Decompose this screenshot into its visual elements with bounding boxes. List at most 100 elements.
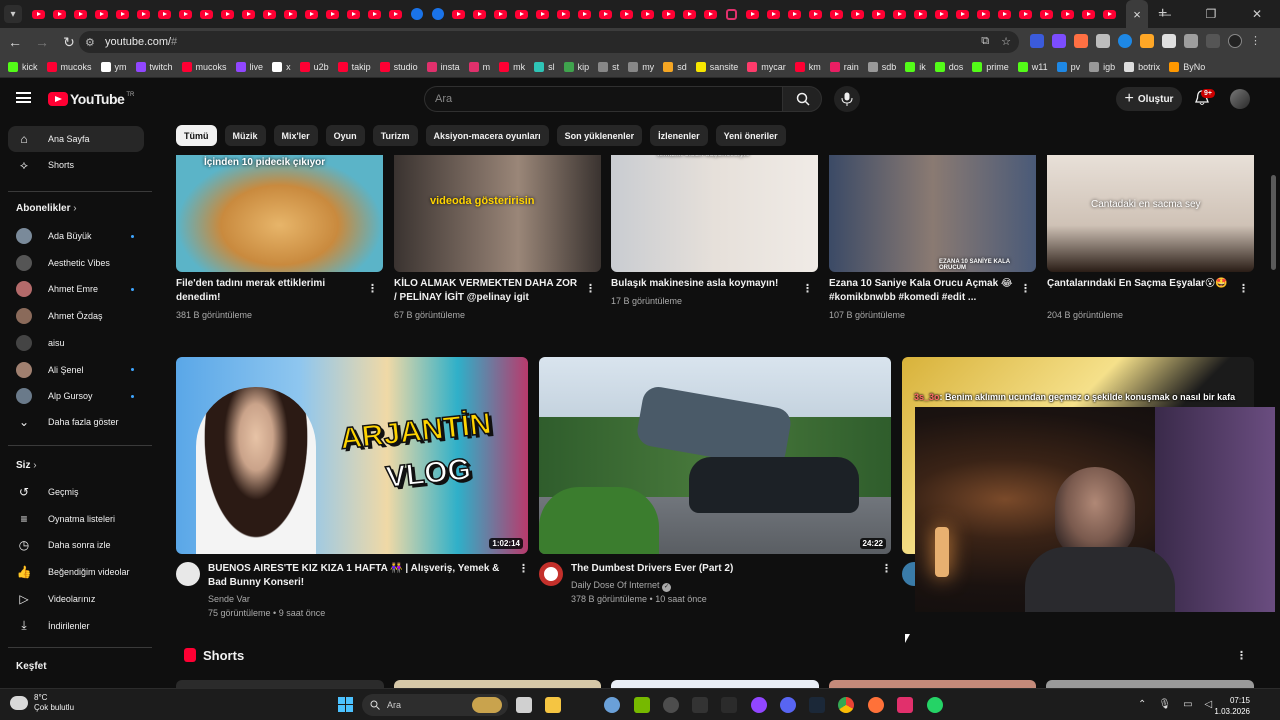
bookmark-item[interactable]: mycar [747,61,786,72]
channel-avatar[interactable] [539,562,563,586]
browser-tab[interactable] [700,0,721,28]
browser-tab[interactable] [616,0,637,28]
browser-tab[interactable] [805,0,826,28]
video-thumbnail[interactable]: videoda gösteririsin [394,155,601,272]
browser-tab[interactable] [1036,0,1057,28]
extension-icon[interactable] [1030,34,1044,48]
browser-tab[interactable] [973,0,994,28]
discord-icon[interactable] [780,697,796,713]
more-options-icon[interactable]: ⋮ [367,282,378,295]
browser-tab[interactable] [154,0,175,28]
short-thumbnail[interactable] [611,680,819,688]
short-thumbnail[interactable] [394,680,601,688]
page-scrollbar[interactable] [1271,175,1276,270]
browser-tab[interactable] [196,0,217,28]
browser-tab[interactable] [301,0,322,28]
browser-tab[interactable] [595,0,616,28]
browser-tab[interactable] [553,0,574,28]
video-thumbnail[interactable]: Cantadaki en sacma sey [1047,155,1254,272]
browser-tab[interactable] [490,0,511,28]
extension-icon[interactable] [1074,34,1088,48]
browser-tab[interactable] [259,0,280,28]
file-explorer-icon[interactable] [545,697,561,713]
browser-tab[interactable] [217,0,238,28]
install-icon[interactable]: ⧉ [981,35,989,48]
mic-button[interactable] [834,86,860,112]
short-thumbnail[interactable] [829,680,1036,688]
bookmark-item[interactable]: mucoks [46,61,92,72]
channel-avatar[interactable] [176,562,200,586]
more-options-icon[interactable]: ⋮ [802,282,813,295]
more-options-icon[interactable]: ⋮ [1238,282,1249,295]
browser-tab[interactable] [511,0,532,28]
tab-search-icon[interactable]: ▾ [4,5,22,23]
channel-name[interactable]: Daily Dose Of Internet ✓ [571,578,672,592]
bookmark-item[interactable]: pv [1056,61,1080,72]
window-close-icon[interactable]: ✕ [1234,0,1280,28]
filter-chip[interactable]: İzlenenler [650,125,708,146]
browser-tab[interactable] [238,0,259,28]
bookmark-item[interactable]: ik [905,61,926,72]
sidebar-subscription-item[interactable]: Alp Gursoy [8,383,144,409]
nvidia-icon[interactable] [634,697,650,713]
browser-tab[interactable] [469,0,490,28]
twitch-icon[interactable] [751,697,767,713]
profile-avatar[interactable] [1228,34,1242,48]
bookmark-item[interactable]: insta [426,61,460,72]
browser-tab[interactable] [28,0,49,28]
sidebar-item[interactable]: ≡ Oynatma listeleri [8,506,144,532]
browser-tab[interactable] [532,0,553,28]
browser-tab[interactable] [784,0,805,28]
extension-icon[interactable] [1052,34,1066,48]
minimize-icon[interactable]: — [1142,0,1188,28]
settings-icon[interactable] [604,697,620,713]
filter-chip[interactable]: Son yüklenenler [556,125,643,146]
browser-tab[interactable] [721,0,742,28]
sidebar-item-home[interactable]: ⌂ Ana Sayfa [8,126,144,152]
maximize-icon[interactable]: ❐ [1188,0,1234,28]
browser-tab[interactable] [322,0,343,28]
filter-chip[interactable]: Tümü [176,125,217,146]
bookmark-item[interactable]: km [794,61,821,72]
video-title[interactable]: Ezana 10 Saniye Kala Orucu Açmak 😂 #komi… [829,277,1014,305]
start-windows-icon[interactable] [338,697,353,712]
browser-tab[interactable] [1057,0,1078,28]
browser-tab[interactable] [658,0,679,28]
filter-chip[interactable]: Müzik [224,125,266,146]
bookmark-item[interactable]: x [272,61,291,72]
sidebar-subscription-item[interactable]: Ahmet Emre [8,276,144,302]
video-thumbnail[interactable]: temizlik olsun duşüncesiyle [611,155,818,272]
browser-tab[interactable] [931,0,952,28]
sidebar-subscription-item[interactable]: Aesthetic Vibes [8,250,144,276]
bookmark-item[interactable]: kick [8,61,38,72]
chevron-up-icon[interactable]: ⌃ [1138,699,1146,710]
bookmark-item[interactable]: twitch [135,61,173,72]
browser-tab[interactable] [91,0,112,28]
steam-icon[interactable] [809,697,825,713]
browser-tab[interactable] [364,0,385,28]
filter-chip[interactable]: Turizm [372,125,418,146]
account-avatar[interactable] [1230,89,1250,109]
search-input[interactable]: Ara [424,86,782,112]
sidebar-item[interactable]: ↺ Geçmiş [8,479,144,505]
forward-icon[interactable]: → [30,34,54,50]
bookmark-star-icon[interactable]: ☆ [1001,35,1011,48]
extension-icon[interactable] [1118,34,1132,48]
browser-tab[interactable] [343,0,364,28]
extension-icon[interactable] [1096,34,1110,48]
browser-tab[interactable] [280,0,301,28]
browser-tab[interactable] [868,0,889,28]
sidebar-subscription-item[interactable]: Ahmet Özdaş [8,303,144,329]
browser-tab[interactable] [952,0,973,28]
app-icon[interactable] [721,697,737,713]
omnibox[interactable]: ⚙ youtube.com/# ⧉ ☆ [79,31,1019,53]
bookmark-item[interactable]: st [598,61,619,72]
bookmark-item[interactable]: m [468,61,490,72]
video-title[interactable]: KİLO ALMAK VERMEKTEN DAHA ZOR / PELİNAY … [394,277,579,305]
subscriptions-heading[interactable]: Abonelikler › [16,203,77,214]
browser-tab[interactable] [679,0,700,28]
filter-chip[interactable]: Yeni öneriler [715,125,786,146]
short-thumbnail[interactable] [176,680,384,688]
mic-icon[interactable]: 🎙 [1158,699,1171,710]
browser-tab[interactable] [385,0,406,28]
